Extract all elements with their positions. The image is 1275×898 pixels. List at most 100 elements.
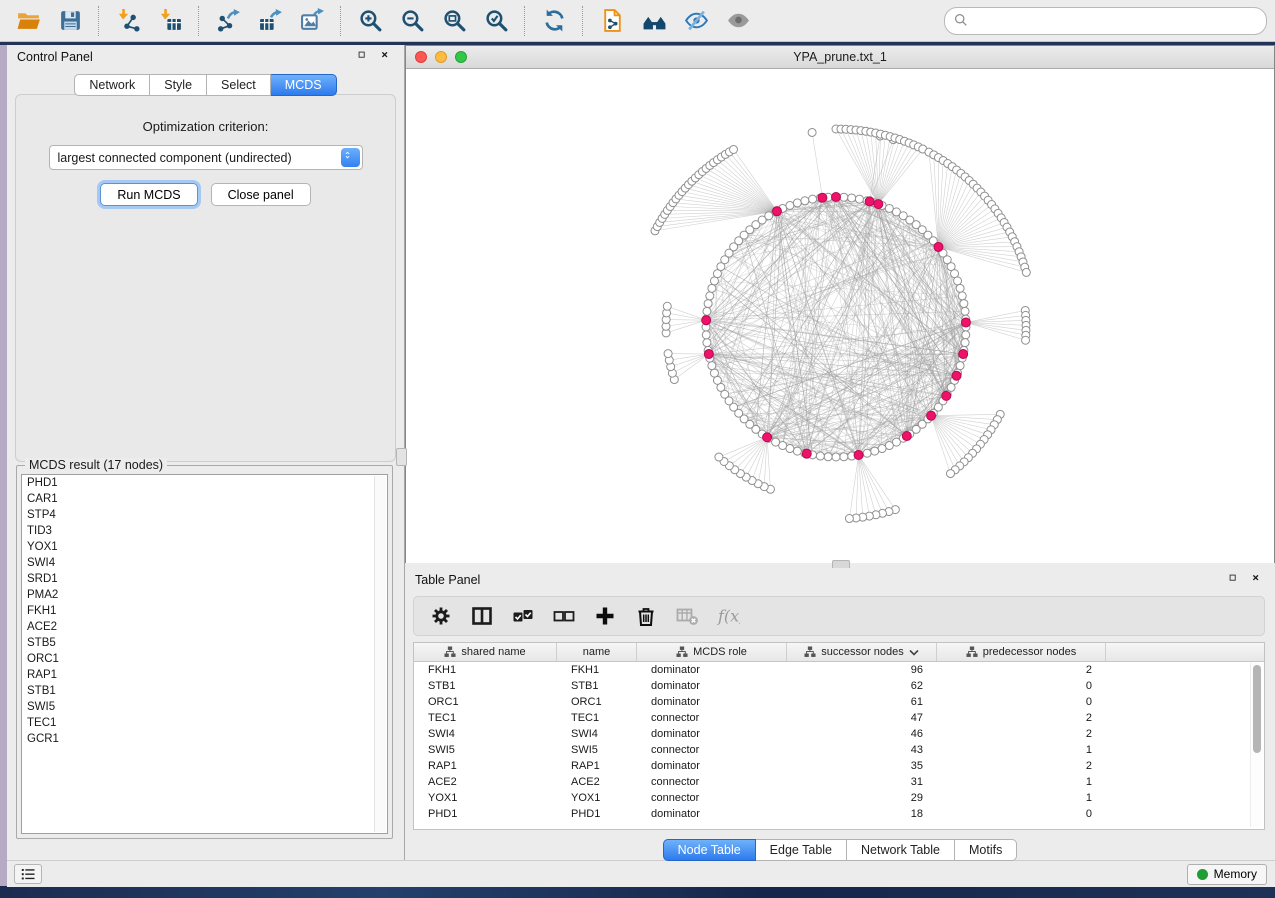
delete-row-button[interactable] bbox=[633, 603, 659, 629]
network-node[interactable] bbox=[816, 452, 824, 460]
network-node[interactable] bbox=[878, 445, 886, 453]
network-node[interactable] bbox=[715, 453, 723, 461]
table-row[interactable]: TEC1TEC1connector472 bbox=[414, 710, 1264, 726]
network-node[interactable] bbox=[832, 453, 840, 461]
result-node-item[interactable]: ORC1 bbox=[22, 651, 387, 667]
network-node[interactable] bbox=[801, 197, 809, 205]
close-panel-icon[interactable] bbox=[1252, 574, 1265, 587]
network-graph[interactable] bbox=[406, 69, 1274, 563]
memory-button[interactable]: Memory bbox=[1187, 864, 1267, 885]
column-header-shared-name[interactable]: shared name bbox=[414, 643, 557, 661]
vertical-splitter-handle[interactable] bbox=[396, 448, 407, 466]
result-node-item[interactable]: PHD1 bbox=[22, 475, 387, 491]
mcds-dominator-node[interactable] bbox=[704, 350, 713, 359]
table-row[interactable]: FKH1FKH1dominator962 bbox=[414, 662, 1264, 678]
network-node[interactable] bbox=[702, 331, 710, 339]
mcds-dominator-node[interactable] bbox=[874, 200, 883, 209]
network-node[interactable] bbox=[961, 307, 969, 315]
function-builder-button[interactable]: f(x) bbox=[715, 603, 741, 629]
network-node[interactable] bbox=[848, 194, 856, 202]
table-row[interactable]: STB1STB1dominator620 bbox=[414, 678, 1264, 694]
result-node-item[interactable]: TID3 bbox=[22, 523, 387, 539]
hide-eye-button[interactable] bbox=[682, 7, 710, 35]
zoom-in-button[interactable] bbox=[356, 7, 384, 35]
table-row[interactable]: ORC1ORC1dominator610 bbox=[414, 694, 1264, 710]
network-canvas[interactable] bbox=[406, 69, 1274, 563]
result-node-item[interactable]: CAR1 bbox=[22, 491, 387, 507]
network-node[interactable] bbox=[863, 449, 871, 457]
result-node-item[interactable]: PMA2 bbox=[22, 587, 387, 603]
network-node[interactable] bbox=[958, 292, 966, 300]
network-node[interactable] bbox=[703, 339, 711, 347]
network-node[interactable] bbox=[793, 447, 801, 455]
mcds-dominator-node[interactable] bbox=[927, 411, 936, 420]
zoom-selected-button[interactable] bbox=[482, 7, 510, 35]
run-mcds-button[interactable]: Run MCDS bbox=[100, 183, 197, 206]
network-node[interactable] bbox=[845, 515, 853, 523]
result-node-item[interactable]: FKH1 bbox=[22, 603, 387, 619]
network-node[interactable] bbox=[954, 277, 962, 285]
network-node[interactable] bbox=[1022, 268, 1030, 276]
result-node-item[interactable]: RAP1 bbox=[22, 667, 387, 683]
column-header-predecessor-nodes[interactable]: predecessor nodes bbox=[937, 643, 1106, 661]
network-node[interactable] bbox=[703, 307, 711, 315]
network-node[interactable] bbox=[871, 447, 879, 455]
tab-network[interactable]: Network bbox=[74, 74, 150, 96]
tab-motifs[interactable]: Motifs bbox=[955, 839, 1017, 861]
result-node-item[interactable]: STB5 bbox=[22, 635, 387, 651]
zoom-fit-button[interactable] bbox=[440, 7, 468, 35]
network-node[interactable] bbox=[708, 362, 716, 370]
network-node[interactable] bbox=[663, 302, 671, 310]
mcds-dominator-node[interactable] bbox=[772, 207, 781, 216]
table-row[interactable]: SWI4SWI4dominator462 bbox=[414, 726, 1264, 742]
network-node[interactable] bbox=[710, 369, 718, 377]
delete-table-button[interactable] bbox=[674, 603, 700, 629]
tab-mcds[interactable]: MCDS bbox=[271, 74, 337, 96]
mcds-dominator-node[interactable] bbox=[934, 242, 943, 251]
column-header-MCDS-role[interactable]: MCDS role bbox=[637, 643, 787, 661]
search-box[interactable] bbox=[944, 7, 1267, 35]
network-node[interactable] bbox=[840, 453, 848, 461]
column-header-name[interactable]: name bbox=[557, 643, 637, 661]
criterion-select[interactable]: largest connected component (undirected) bbox=[49, 145, 363, 170]
tab-node-table[interactable]: Node Table bbox=[663, 839, 756, 861]
mcds-dominator-node[interactable] bbox=[832, 193, 841, 202]
import-table-button[interactable] bbox=[156, 7, 184, 35]
network-node[interactable] bbox=[704, 300, 712, 308]
mcds-dominator-node[interactable] bbox=[942, 391, 951, 400]
mcds-dominator-node[interactable] bbox=[818, 193, 827, 202]
mcds-dominator-node[interactable] bbox=[902, 432, 911, 441]
tab-select[interactable]: Select bbox=[207, 74, 271, 96]
binoculars-button[interactable] bbox=[640, 7, 668, 35]
open-file-button[interactable] bbox=[14, 7, 42, 35]
float-panel-icon[interactable] bbox=[358, 51, 371, 64]
deselect-all-button[interactable] bbox=[551, 603, 577, 629]
zoom-out-button[interactable] bbox=[398, 7, 426, 35]
network-node[interactable] bbox=[808, 128, 816, 136]
tab-style[interactable]: Style bbox=[150, 74, 207, 96]
result-node-item[interactable]: SWI4 bbox=[22, 555, 387, 571]
settings-gear-button[interactable] bbox=[428, 603, 454, 629]
search-input[interactable] bbox=[971, 13, 1258, 29]
network-node[interactable] bbox=[664, 350, 672, 358]
result-node-item[interactable]: GCR1 bbox=[22, 731, 387, 747]
network-node[interactable] bbox=[730, 145, 738, 153]
mcds-dominator-node[interactable] bbox=[802, 449, 811, 458]
result-node-item[interactable]: YOX1 bbox=[22, 539, 387, 555]
table-scrollbar-thumb[interactable] bbox=[1253, 665, 1261, 753]
task-history-button[interactable] bbox=[14, 864, 42, 884]
select-all-button[interactable] bbox=[510, 603, 536, 629]
show-eye-button[interactable] bbox=[724, 7, 752, 35]
network-node[interactable] bbox=[855, 195, 863, 203]
add-row-button[interactable] bbox=[592, 603, 618, 629]
result-node-item[interactable]: STP4 bbox=[22, 507, 387, 523]
network-node[interactable] bbox=[962, 331, 970, 339]
mcds-dominator-node[interactable] bbox=[854, 451, 863, 460]
network-node[interactable] bbox=[960, 300, 968, 308]
close-panel-button[interactable]: Close panel bbox=[211, 183, 311, 206]
result-node-item[interactable]: TEC1 bbox=[22, 715, 387, 731]
table-row[interactable]: RAP1RAP1dominator352 bbox=[414, 758, 1264, 774]
mcds-dominator-node[interactable] bbox=[961, 318, 970, 327]
result-node-item[interactable]: SWI5 bbox=[22, 699, 387, 715]
mcds-dominator-node[interactable] bbox=[952, 371, 961, 380]
